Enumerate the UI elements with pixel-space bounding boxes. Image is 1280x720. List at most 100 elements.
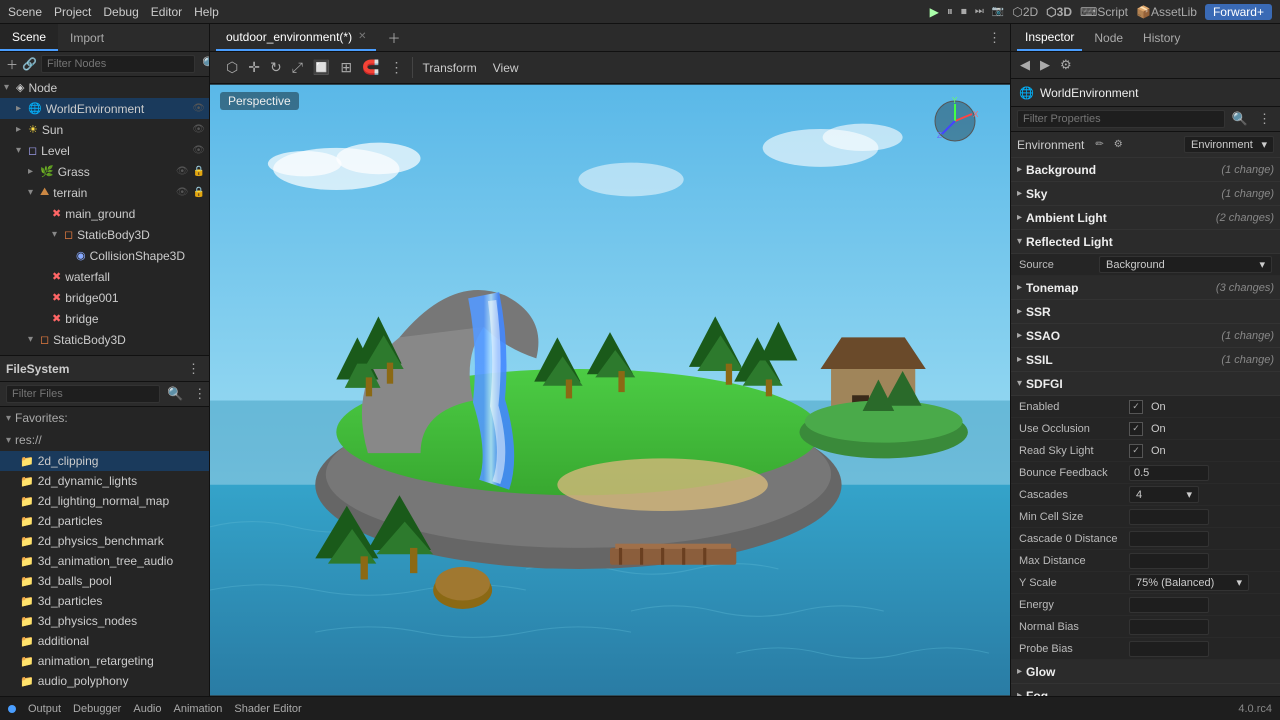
inspector-history-forward[interactable]: ▶ — [1037, 56, 1053, 74]
section-ambient[interactable]: ▸ Ambient Light (2 changes) — [1011, 206, 1280, 230]
fs-filter-icon[interactable]: 🔍 — [164, 385, 186, 403]
fs-item-2d-dynamic[interactable]: 📁 2d_dynamic_lights — [0, 471, 209, 491]
tree-item-node[interactable]: ▾ ◈ Node — [0, 77, 209, 98]
env-type-dropdown[interactable]: Environment ▾ — [1184, 136, 1274, 153]
tree-item-collshape1[interactable]: ◉ CollisionShape3D — [0, 245, 209, 266]
scene-chain-icon[interactable]: 🔗 — [22, 57, 37, 71]
prop-casc0-input[interactable]: 12.8 — [1129, 531, 1209, 547]
prop-normalbias-input[interactable]: 1.1 — [1129, 619, 1209, 635]
status-shader[interactable]: Shader Editor — [234, 703, 301, 715]
toolbar-select-icon[interactable]: ⬡ — [222, 57, 242, 78]
tree-item-grass[interactable]: ▸ 🌿 Grass 👁 🔒 — [0, 161, 209, 182]
status-debugger[interactable]: Debugger — [73, 703, 121, 715]
prop-skylight-checkbox[interactable]: ✓ — [1129, 444, 1143, 458]
mode-2d[interactable]: ⬡2D — [1012, 5, 1038, 19]
status-output[interactable]: Output — [28, 703, 61, 715]
play-button[interactable]: ▶ — [930, 5, 939, 19]
toolbar-transform-label[interactable]: Transform — [417, 61, 483, 75]
status-animation[interactable]: Animation — [174, 703, 223, 715]
tree-item-terrain[interactable]: ▾ ⛰ terrain 👁 🔒 — [0, 182, 209, 203]
fs-item-3d-balls[interactable]: 📁 3d_balls_pool — [0, 571, 209, 591]
fs-options-icon[interactable]: ⋮ — [190, 385, 209, 403]
tree-item-bridge[interactable]: ✖ bridge — [0, 308, 209, 329]
menu-debug[interactable]: Debug — [103, 5, 138, 19]
toolbar-more-icon[interactable]: ⋮ — [386, 57, 408, 78]
fs-item-anim-retargeting[interactable]: 📁 animation_retargeting — [0, 651, 209, 671]
tree-item-level[interactable]: ▾ ◻ Level 👁 — [0, 140, 209, 161]
viewport-options-icon[interactable]: ⋮ — [985, 29, 1004, 47]
fs-favorites-section[interactable]: ▾ Favorites: — [0, 407, 209, 429]
perspective-label[interactable]: Perspective — [220, 92, 299, 110]
inspector-gear-icon[interactable]: ⚙ — [1057, 56, 1075, 74]
section-sdfgi[interactable]: ▾ SDFGI — [1011, 372, 1280, 396]
env-settings-icon[interactable]: ⚙ — [1111, 138, 1126, 151]
toolbar-rotate-icon[interactable]: ↻ — [266, 57, 286, 78]
section-ssao[interactable]: ▸ SSAO (1 change) — [1011, 324, 1280, 348]
fs-item-2d-particles[interactable]: 📁 2d_particles — [0, 511, 209, 531]
menu-help[interactable]: Help — [194, 5, 219, 19]
prop-energy-input[interactable]: 1 — [1129, 597, 1209, 613]
toolbar-snap-icon[interactable]: 🧲 — [358, 57, 383, 78]
tree-item-staticbody2[interactable]: ▾ ◻ StaticBody3D — [0, 329, 209, 350]
pause-button[interactable]: ⏸ — [947, 4, 953, 19]
toolbar-local-icon[interactable]: 🔲 — [309, 57, 334, 78]
tab-scene[interactable]: Scene — [0, 24, 58, 51]
fs-item-2d-lighting[interactable]: 📁 2d_lighting_normal_map — [0, 491, 209, 511]
tree-item-bridge001[interactable]: ✖ bridge001 — [0, 287, 209, 308]
fs-item-2d-clipping[interactable]: 📁 2d_clipping — [0, 451, 209, 471]
scene-add-icon[interactable]: ＋ — [6, 56, 18, 73]
prop-source-dropdown[interactable]: Background ▾ — [1099, 256, 1272, 273]
section-background[interactable]: ▸ Background (1 change) — [1011, 158, 1280, 182]
tree-item-collshape2[interactable]: ◉ CollisionShape3D — [0, 350, 209, 355]
tree-item-mainground[interactable]: ✖ main_ground — [0, 203, 209, 224]
prop-occlusion-checkbox[interactable]: ✓ — [1129, 422, 1143, 436]
fs-item-audio-polyphony[interactable]: 📁 audio_polyphony — [0, 671, 209, 691]
section-fog[interactable]: ▸ Fog — [1011, 684, 1280, 696]
prop-enabled-checkbox[interactable]: ✓ — [1129, 400, 1143, 414]
inspector-history-back[interactable]: ◀ — [1017, 56, 1033, 74]
fs-res-section[interactable]: ▾ res:// — [0, 429, 209, 451]
viewport-canvas[interactable]: Perspective X Y Z — [210, 84, 1010, 696]
section-glow[interactable]: ▸ Glow — [1011, 660, 1280, 684]
fs-menu-icon[interactable]: ⋮ — [184, 360, 203, 378]
cam-button[interactable]: 📷 — [992, 6, 1004, 17]
toolbar-scale-icon[interactable]: ⤢ — [288, 57, 307, 78]
prop-yscale-dropdown[interactable]: 75% (Balanced) ▾ — [1129, 574, 1249, 591]
env-edit-icon[interactable]: ✏ — [1092, 138, 1106, 151]
stop-button[interactable]: ⏹ — [961, 4, 967, 19]
tab-outdoor-env[interactable]: outdoor_environment(*) ✕ — [216, 24, 376, 51]
tab-close-icon[interactable]: ✕ — [358, 31, 366, 42]
fs-item-3d-animation[interactable]: 📁 3d_animation_tree_audio — [0, 551, 209, 571]
menu-project[interactable]: Project — [54, 5, 91, 19]
status-audio[interactable]: Audio — [133, 703, 161, 715]
section-tonemap[interactable]: ▸ Tonemap (3 changes) — [1011, 276, 1280, 300]
scene-filter-input[interactable] — [41, 55, 195, 73]
fs-item-2d-physics[interactable]: 📁 2d_physics_benchmark — [0, 531, 209, 551]
prop-probebias-input[interactable]: 1.1 — [1129, 641, 1209, 657]
tree-item-sun[interactable]: ▸ ☀ Sun 👁 — [0, 119, 209, 140]
prop-maxdist-input[interactable]: 204.8 — [1129, 553, 1209, 569]
menu-editor[interactable]: Editor — [151, 5, 182, 19]
tab-history[interactable]: History — [1135, 24, 1188, 51]
section-reflected[interactable]: ▾ Reflected Light — [1011, 230, 1280, 254]
scene-filter-search-icon[interactable]: 🔍 — [199, 55, 209, 73]
section-ssil[interactable]: ▸ SSIL (1 change) — [1011, 348, 1280, 372]
section-sky[interactable]: ▸ Sky (1 change) — [1011, 182, 1280, 206]
fs-item-3d-physics[interactable]: 📁 3d_physics_nodes — [0, 611, 209, 631]
toolbar-move-icon[interactable]: ✛ — [244, 57, 264, 78]
tab-node[interactable]: Node — [1086, 24, 1131, 51]
tab-inspector[interactable]: Inspector — [1017, 24, 1082, 51]
forward-plus-button[interactable]: Forward+ — [1205, 4, 1272, 20]
section-ssr[interactable]: ▸ SSR — [1011, 300, 1280, 324]
inspector-filter-input[interactable] — [1017, 110, 1225, 128]
tree-item-worldenv[interactable]: ▸ 🌐 WorldEnvironment 👁 — [0, 98, 209, 119]
mode-assetlib[interactable]: 📦AssetLib — [1136, 5, 1197, 19]
tree-item-waterfall[interactable]: ✖ waterfall — [0, 266, 209, 287]
mode-3d[interactable]: ⬡3D — [1046, 5, 1072, 19]
step-button[interactable]: ⏭ — [975, 6, 984, 17]
fs-item-additional[interactable]: 📁 additional — [0, 631, 209, 651]
mode-script[interactable]: ⌨Script — [1080, 5, 1128, 19]
toolbar-grid-icon[interactable]: ⊞ — [336, 57, 356, 78]
inspector-options-icon[interactable]: ⋮ — [1255, 110, 1274, 128]
tab-add-button[interactable]: ＋ — [384, 27, 403, 48]
